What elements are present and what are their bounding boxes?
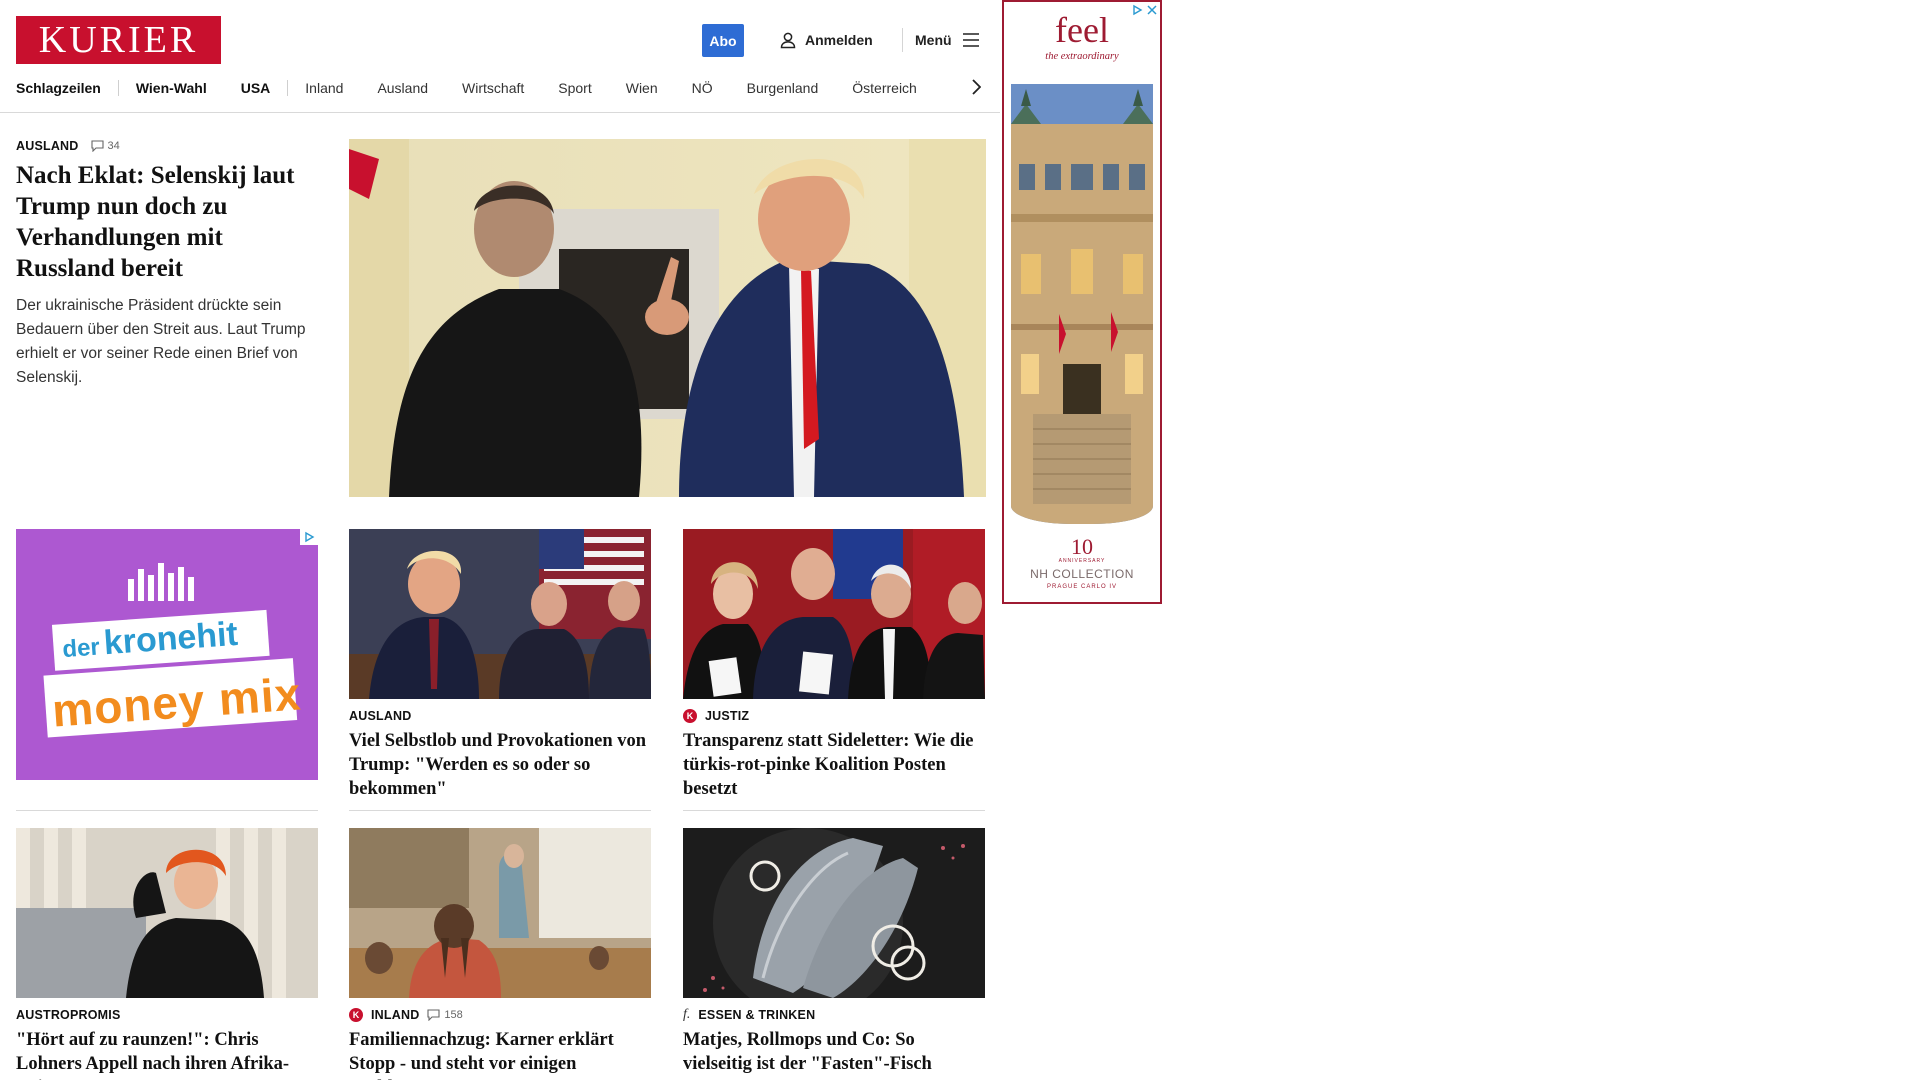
section-nav: Schlagzeilen Wien-Wahl USA Inland Auslan… — [16, 78, 934, 98]
card-category[interactable]: ESSEN & TRINKEN — [698, 1008, 815, 1022]
kronehit-ad[interactable]: der kronehit money mix — [16, 529, 318, 780]
lead-headline[interactable]: Nach Eklat: Selenskij laut Trump nun doc… — [16, 160, 316, 284]
card-headline[interactable]: Matjes, Rollmops und Co: So vielseitig i… — [683, 1028, 985, 1076]
card-meta: K JUSTIZ — [683, 708, 985, 724]
lead-comments[interactable]: 34 — [90, 140, 120, 152]
menu-label: Menü — [915, 32, 952, 48]
card-category[interactable]: JUSTIZ — [705, 709, 749, 723]
ad-brand-kronehit: kronehit — [102, 614, 240, 663]
freizeit-icon: f. — [683, 1007, 691, 1022]
card-meta: AUSTROPROMIS — [16, 1007, 318, 1023]
lead-image[interactable] — [349, 139, 986, 497]
hamburger-icon — [962, 33, 979, 47]
article-thumb[interactable] — [349, 828, 651, 998]
nav-item-wirtschaft[interactable]: Wirtschaft — [445, 80, 541, 96]
article-thumb[interactable] — [683, 828, 985, 998]
ad-subline: the extraordinary — [1045, 51, 1119, 62]
nav-item-schlagzeilen[interactable]: Schlagzeilen — [16, 80, 118, 96]
card-meta: AUSLAND — [349, 708, 651, 724]
header-divider — [902, 28, 903, 52]
card-meta: f. ESSEN & TRINKEN — [683, 1007, 985, 1023]
lead-meta: AUSLAND 34 — [16, 139, 120, 153]
card-headline[interactable]: Viel Selbstlob und Provokationen von Tru… — [349, 729, 651, 801]
nav-next-button[interactable] — [966, 76, 986, 98]
nh-collection-ad[interactable]: feel the extraordinary 10 ANNIVERSARY NH… — [1002, 0, 1162, 604]
row-divider — [16, 810, 318, 811]
article-thumb[interactable] — [349, 529, 651, 699]
ad-collection-name: NH COLLECTION — [1030, 567, 1134, 581]
card-comments[interactable]: 158 — [427, 1009, 463, 1021]
article-card[interactable]: f. ESSEN & TRINKEN Matjes, Rollmops und … — [683, 828, 985, 1076]
user-icon — [780, 32, 796, 49]
article-card[interactable]: AUSTROPROMIS "Hört auf zu raunzen!": Chr… — [16, 828, 318, 1080]
nav-item-oesterreich[interactable]: Österreich — [835, 80, 934, 96]
ad-controls — [1131, 4, 1158, 16]
row-divider — [349, 810, 651, 811]
abo-button[interactable]: Abo — [702, 24, 744, 57]
nav-item-burgenland[interactable]: Burgenland — [730, 80, 836, 96]
close-icon[interactable] — [1146, 4, 1158, 16]
card-category[interactable]: AUSLAND — [349, 709, 412, 723]
ad-headline: feel — [1055, 10, 1109, 50]
card-comment-count: 158 — [444, 1009, 463, 1021]
card-category[interactable]: AUSTROPROMIS — [16, 1008, 121, 1022]
ad-anniversary-label: ANNIVERSARY — [1058, 558, 1106, 564]
lead-category[interactable]: AUSLAND — [16, 139, 79, 153]
login-label: Anmelden — [805, 32, 873, 48]
lead-comment-count: 34 — [107, 140, 120, 152]
logo-text: KURIER — [38, 19, 199, 61]
chevron-right-icon — [972, 79, 981, 95]
ad-anniversary-number: 10 — [1071, 534, 1093, 559]
nav-item-wien[interactable]: Wien — [609, 80, 675, 96]
ad-location: PRAGUE CARLO IV — [1046, 584, 1117, 590]
card-headline[interactable]: "Hört auf zu raunzen!": Chris Lohners Ap… — [16, 1028, 318, 1080]
login-button[interactable]: Anmelden — [779, 28, 873, 52]
nav-item-sport[interactable]: Sport — [541, 80, 608, 96]
adchoices-icon[interactable] — [300, 529, 318, 545]
article-card[interactable]: AUSLAND Viel Selbstlob und Provokationen… — [349, 529, 651, 801]
card-headline[interactable]: Familiennachzug: Karner erklärt Stopp - … — [349, 1028, 651, 1080]
nav-item-ausland[interactable]: Ausland — [360, 80, 445, 96]
lead-teaser: Der ukrainische Präsident drückte sein B… — [16, 297, 306, 386]
nav-item-wien-wahl[interactable]: Wien-Wahl — [119, 80, 224, 96]
nav-item-inland[interactable]: Inland — [288, 80, 360, 96]
card-category[interactable]: INLAND — [371, 1008, 419, 1022]
kurier-plus-icon: K — [683, 709, 697, 723]
article-card[interactable]: K JUSTIZ Transparenz statt Sideletter: W… — [683, 529, 985, 801]
nav-item-usa[interactable]: USA — [224, 80, 288, 96]
row-divider — [683, 810, 985, 811]
card-meta: K INLAND 158 — [349, 1007, 651, 1023]
article-thumb[interactable] — [683, 529, 985, 699]
nav-item-noe[interactable]: NÖ — [675, 80, 730, 96]
kurier-plus-icon: K — [349, 1008, 363, 1022]
comment-icon — [427, 1009, 440, 1021]
ad-brand-der: der — [61, 633, 101, 664]
card-headline[interactable]: Transparenz statt Sideletter: Wie die tü… — [683, 729, 985, 801]
article-card[interactable]: K INLAND 158 Familiennachzug: Karner erk… — [349, 828, 651, 1080]
site-header: KURIER Abo Anmelden Menü Schlagzeilen Wi… — [0, 0, 1000, 113]
kurier-logo[interactable]: KURIER — [16, 16, 221, 64]
adchoices-icon[interactable] — [1131, 4, 1143, 16]
article-thumb[interactable] — [16, 828, 318, 998]
comment-icon — [90, 140, 104, 152]
menu-button[interactable]: Menü — [915, 28, 980, 52]
ad-hotel-photo — [1011, 84, 1153, 524]
